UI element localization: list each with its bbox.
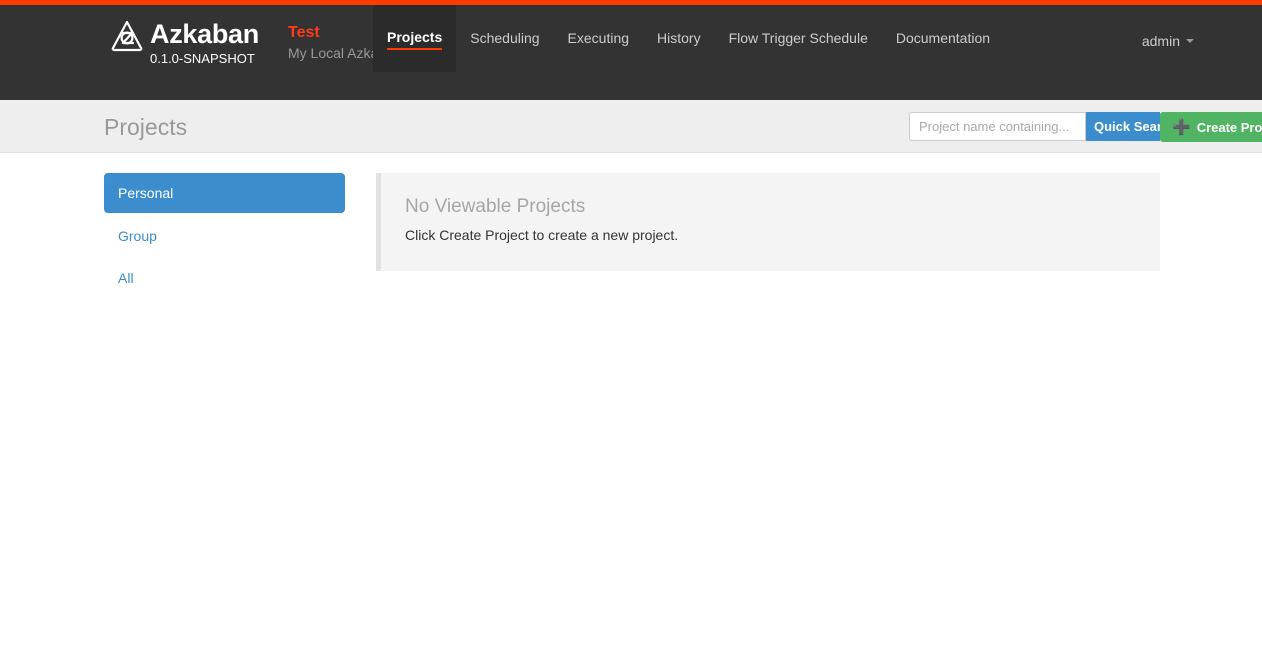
nav-item-documentation[interactable]: Documentation (882, 5, 1004, 72)
empty-state-message: Click Create Project to create a new pro… (405, 227, 679, 243)
nav-link-executing[interactable]: Executing (568, 29, 629, 49)
sidebar-item-personal[interactable]: Personal (104, 173, 345, 213)
brand-block[interactable]: Azkaban 0.1.0-SNAPSHOT Test My Local Azk… (110, 19, 402, 69)
nav-link-projects[interactable]: Projects (387, 28, 443, 50)
nav-link-history[interactable]: History (657, 29, 701, 49)
sidebar-item-all[interactable]: All (104, 259, 345, 297)
user-menu-label: admin (1141, 33, 1180, 49)
user-menu[interactable]: admin (1142, 33, 1194, 49)
brand-name: Azkaban (150, 19, 259, 49)
nav-item-projects[interactable]: Projects (373, 5, 457, 72)
primary-nav: Projects Scheduling Executing History Fl… (373, 5, 1004, 72)
projects-sidebar: Personal Group All (104, 173, 345, 301)
quick-search-button[interactable]: Quick Search (1086, 112, 1160, 141)
create-project-label: Create Project (1196, 119, 1262, 135)
nav-item-flow-trigger-schedule[interactable]: Flow Trigger Schedule (715, 5, 882, 72)
create-project-button[interactable]: ➕ Create Project (1160, 112, 1262, 142)
page-title: Projects (104, 114, 188, 140)
main-navbar: Azkaban 0.1.0-SNAPSHOT Test My Local Azk… (0, 5, 1262, 100)
plus-icon: ➕ (1172, 118, 1191, 136)
empty-state-panel: No Viewable Projects Click Create Projec… (376, 173, 1160, 271)
nav-link-documentation[interactable]: Documentation (896, 29, 990, 49)
header-controls: Quick Search ➕ Create Project (909, 112, 1262, 142)
nav-item-history[interactable]: History (643, 5, 715, 72)
sidebar-item-group[interactable]: Group (104, 217, 345, 255)
search-input[interactable] (909, 112, 1086, 141)
azkaban-triangle-logo-icon (110, 19, 144, 53)
page-content: Personal Group All No Viewable Projects … (0, 153, 1262, 648)
empty-state-title: No Viewable Projects (405, 196, 586, 217)
page-header-bar: Projects Quick Search ➕ Create Project (0, 100, 1262, 153)
brand-version: 0.1.0-SNAPSHOT (150, 51, 255, 66)
chevron-down-icon (1186, 39, 1194, 43)
nav-item-scheduling[interactable]: Scheduling (456, 5, 553, 72)
nav-item-executing[interactable]: Executing (554, 5, 643, 72)
nav-link-flow-trigger-schedule[interactable]: Flow Trigger Schedule (729, 29, 868, 49)
nav-link-scheduling[interactable]: Scheduling (470, 29, 539, 49)
